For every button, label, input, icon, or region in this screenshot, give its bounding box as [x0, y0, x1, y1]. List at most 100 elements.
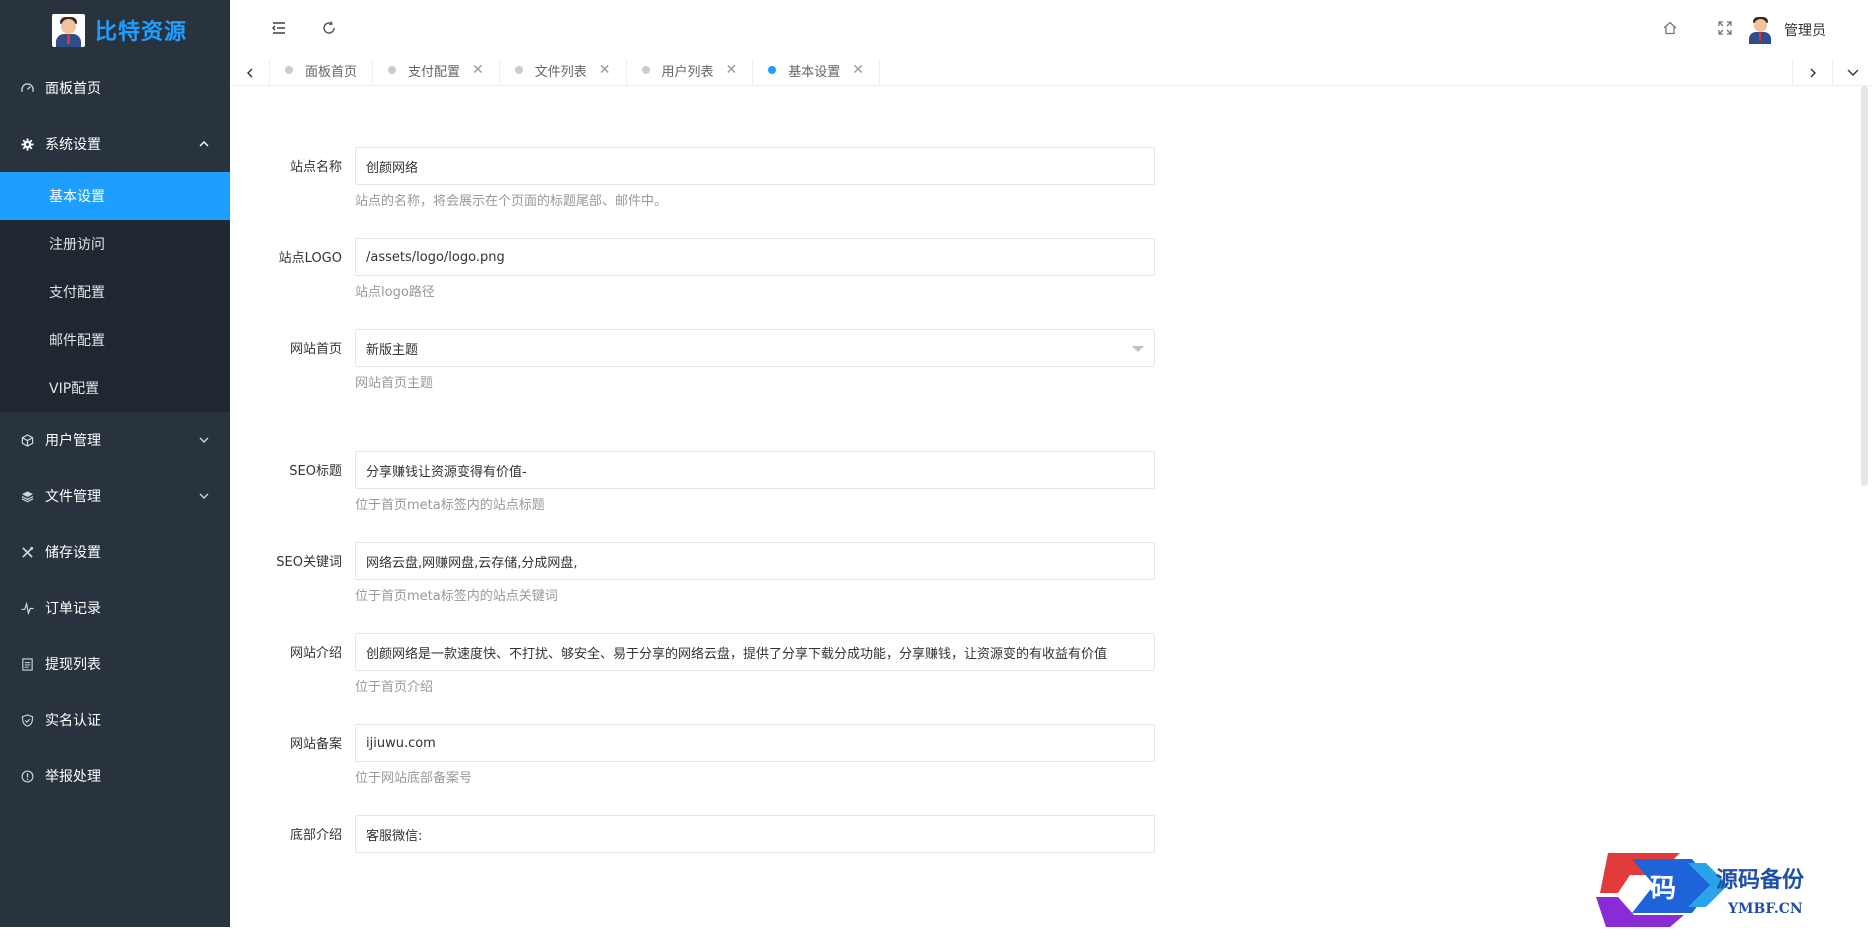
chevron-down-icon [196, 432, 212, 448]
sidebar-item-system-settings[interactable]: 系统设置 [0, 116, 230, 172]
home-button[interactable] [1658, 18, 1682, 42]
sidebar-item-user-management[interactable]: 用户管理 [0, 412, 230, 468]
gear-icon [20, 137, 34, 151]
watermark: 码 源码备份 YMBF.CN [1588, 845, 1868, 927]
sidebar-item-report-handling[interactable]: 举报处理 [0, 748, 230, 804]
chevron-up-icon [196, 136, 212, 152]
scrollbar-thumb[interactable] [1861, 86, 1868, 486]
sidebar-item-label: 系统设置 [45, 137, 101, 153]
watermark-domain: YMBF.CN [1727, 901, 1803, 917]
site-name-hint: 站点的名称，将会展示在个页面的标题尾部、邮件中。 [355, 194, 668, 209]
home-icon [1662, 20, 1678, 40]
tab-label: 基本设置 [788, 64, 841, 80]
watermark-glyph: 码 [1650, 874, 1676, 904]
close-icon[interactable]: ✕ [472, 62, 484, 78]
intro-label: 网站介绍 [289, 646, 342, 661]
tab-dot-icon [641, 66, 650, 74]
tab-dot-icon [768, 66, 777, 74]
chevron-down-icon [1846, 64, 1860, 83]
sidebar-item-label: 提现列表 [45, 657, 101, 673]
intro-hint: 位于首页介绍 [355, 680, 434, 695]
admin-menu[interactable]: 管理员 [1746, 14, 1826, 46]
tab-basic-settings[interactable]: 基本设置 ✕ [753, 60, 881, 85]
seo-keywords-label: SEO关键词 [276, 555, 342, 570]
sidebar-item-order-records[interactable]: 订单记录 [0, 580, 230, 636]
content-scrollbar[interactable] [1857, 86, 1872, 486]
homepage-select[interactable]: 新版主题 [355, 329, 1155, 367]
tabs: 面板首页 支付配置 ✕ 文件列表 ✕ 用户列表 ✕ 基本设置 ✕ [270, 60, 881, 85]
homepage-hint: 网站首页主题 [355, 376, 434, 391]
chevron-right-icon [1807, 64, 1819, 83]
tab-payment-config[interactable]: 支付配置 ✕ [373, 60, 500, 85]
close-icon[interactable]: ✕ [852, 62, 864, 78]
tabs-bar: 面板首页 支付配置 ✕ 文件列表 ✕ 用户列表 ✕ 基本设置 ✕ [230, 60, 1872, 86]
chevron-down-icon [196, 488, 212, 504]
sidebar-subitem-vip-config[interactable]: VIP配置 [0, 364, 230, 412]
icp-hint: 位于网站底部备案号 [355, 771, 473, 786]
tab-label: 文件列表 [534, 64, 587, 80]
intro-input[interactable]: 创颜网络是一款速度快、不打扰、够安全、易于分享的网络云盘，提供了分享下载分成功能… [355, 633, 1155, 671]
homepage-label: 网站首页 [289, 342, 342, 357]
tab-dashboard[interactable]: 面板首页 [270, 60, 374, 85]
sidebar-item-label: 用户管理 [45, 433, 101, 449]
watermark-text: 源码备份 [1716, 867, 1805, 893]
icp-input[interactable]: ijiuwu.com [355, 724, 1155, 762]
refresh-button[interactable] [317, 18, 341, 42]
fullscreen-button[interactable] [1713, 18, 1737, 42]
sidebar-subitem-mail-config[interactable]: 邮件配置 [0, 316, 230, 364]
tab-label: 面板首页 [305, 64, 358, 80]
sidebar-subitem-basic-settings[interactable]: 基本设置 [0, 172, 230, 220]
layers-icon [20, 489, 34, 503]
admin-name: 管理员 [1784, 23, 1826, 39]
submenu-system-settings: 基本设置 注册访问 支付配置 邮件配置 VIP配置 [0, 172, 230, 412]
tools-icon [20, 545, 34, 559]
tabs-prev-button[interactable] [230, 60, 270, 85]
chevron-left-icon [244, 64, 256, 83]
seo-keywords-input[interactable]: 网络云盘,网赚网盘,云存储,分成网盘, [355, 542, 1155, 580]
footer-label: 底部介绍 [289, 828, 342, 843]
seo-title-input[interactable]: 分享赚钱让资源变得有价值- [355, 451, 1155, 489]
tabs-more-button[interactable] [1832, 60, 1872, 85]
sidebar-item-file-management[interactable]: 文件管理 [0, 468, 230, 524]
tab-file-list[interactable]: 文件列表 ✕ [500, 60, 627, 85]
site-logo-hint: 站点logo路径 [355, 285, 435, 300]
info-icon [20, 769, 34, 783]
sidebar-item-storage-settings[interactable]: 储存设置 [0, 524, 230, 580]
watermark-logo-icon: 码 源码备份 YMBF.CN [1596, 853, 1805, 927]
tabs-next-button[interactable] [1792, 60, 1832, 85]
sidebar-item-real-name-auth[interactable]: 实名认证 [0, 692, 230, 748]
sidebar-item-label: 面板首页 [45, 81, 101, 97]
tab-label: 支付配置 [408, 64, 461, 80]
settings-form: 站点名称 创颜网络 站点的名称，将会展示在个页面的标题尾部、邮件中。 站点LOG… [230, 86, 1857, 927]
sidebar-item-label: 举报处理 [45, 769, 101, 785]
sidebar-subitem-payment-config[interactable]: 支付配置 [0, 268, 230, 316]
sidebar-subitem-register-access[interactable]: 注册访问 [0, 220, 230, 268]
close-icon[interactable]: ✕ [599, 62, 611, 78]
site-name-input[interactable]: 创颜网络 [355, 147, 1155, 185]
fullscreen-icon [1717, 20, 1733, 40]
dashboard-icon [20, 81, 34, 95]
menu-toggle-button[interactable] [267, 18, 291, 42]
shield-check-icon [20, 713, 34, 727]
tab-dot-icon [388, 66, 397, 74]
brand[interactable]: 比特资源 [0, 0, 230, 60]
pulse-icon [20, 601, 34, 615]
sidebar-item-withdraw-list[interactable]: 提现列表 [0, 636, 230, 692]
brand-title: 比特资源 [95, 20, 188, 45]
sidebar-item-label: 实名认证 [45, 713, 101, 729]
tab-label: 用户列表 [661, 64, 714, 80]
sidebar: 比特资源 面板首页 系统设置 基本设置 注册访问 支付配置 邮件配置 VIP配置… [0, 0, 230, 927]
sidebar-item-label: 储存设置 [45, 545, 101, 561]
icp-label: 网站备案 [289, 737, 342, 752]
close-icon[interactable]: ✕ [726, 62, 738, 78]
tab-dot-icon [285, 66, 293, 74]
footer-input[interactable]: 客服微信: [355, 815, 1155, 853]
sidebar-item-dashboard[interactable]: 面板首页 [0, 60, 230, 116]
tab-user-list[interactable]: 用户列表 ✕ [627, 60, 754, 85]
avatar [1746, 16, 1774, 44]
sidebar-item-label: 文件管理 [45, 489, 101, 505]
caret-down-icon [1132, 346, 1144, 352]
site-logo-input[interactable]: /assets/logo/logo.png [355, 238, 1155, 276]
seo-title-label: SEO标题 [289, 464, 342, 479]
site-name-label: 站点名称 [289, 160, 342, 175]
